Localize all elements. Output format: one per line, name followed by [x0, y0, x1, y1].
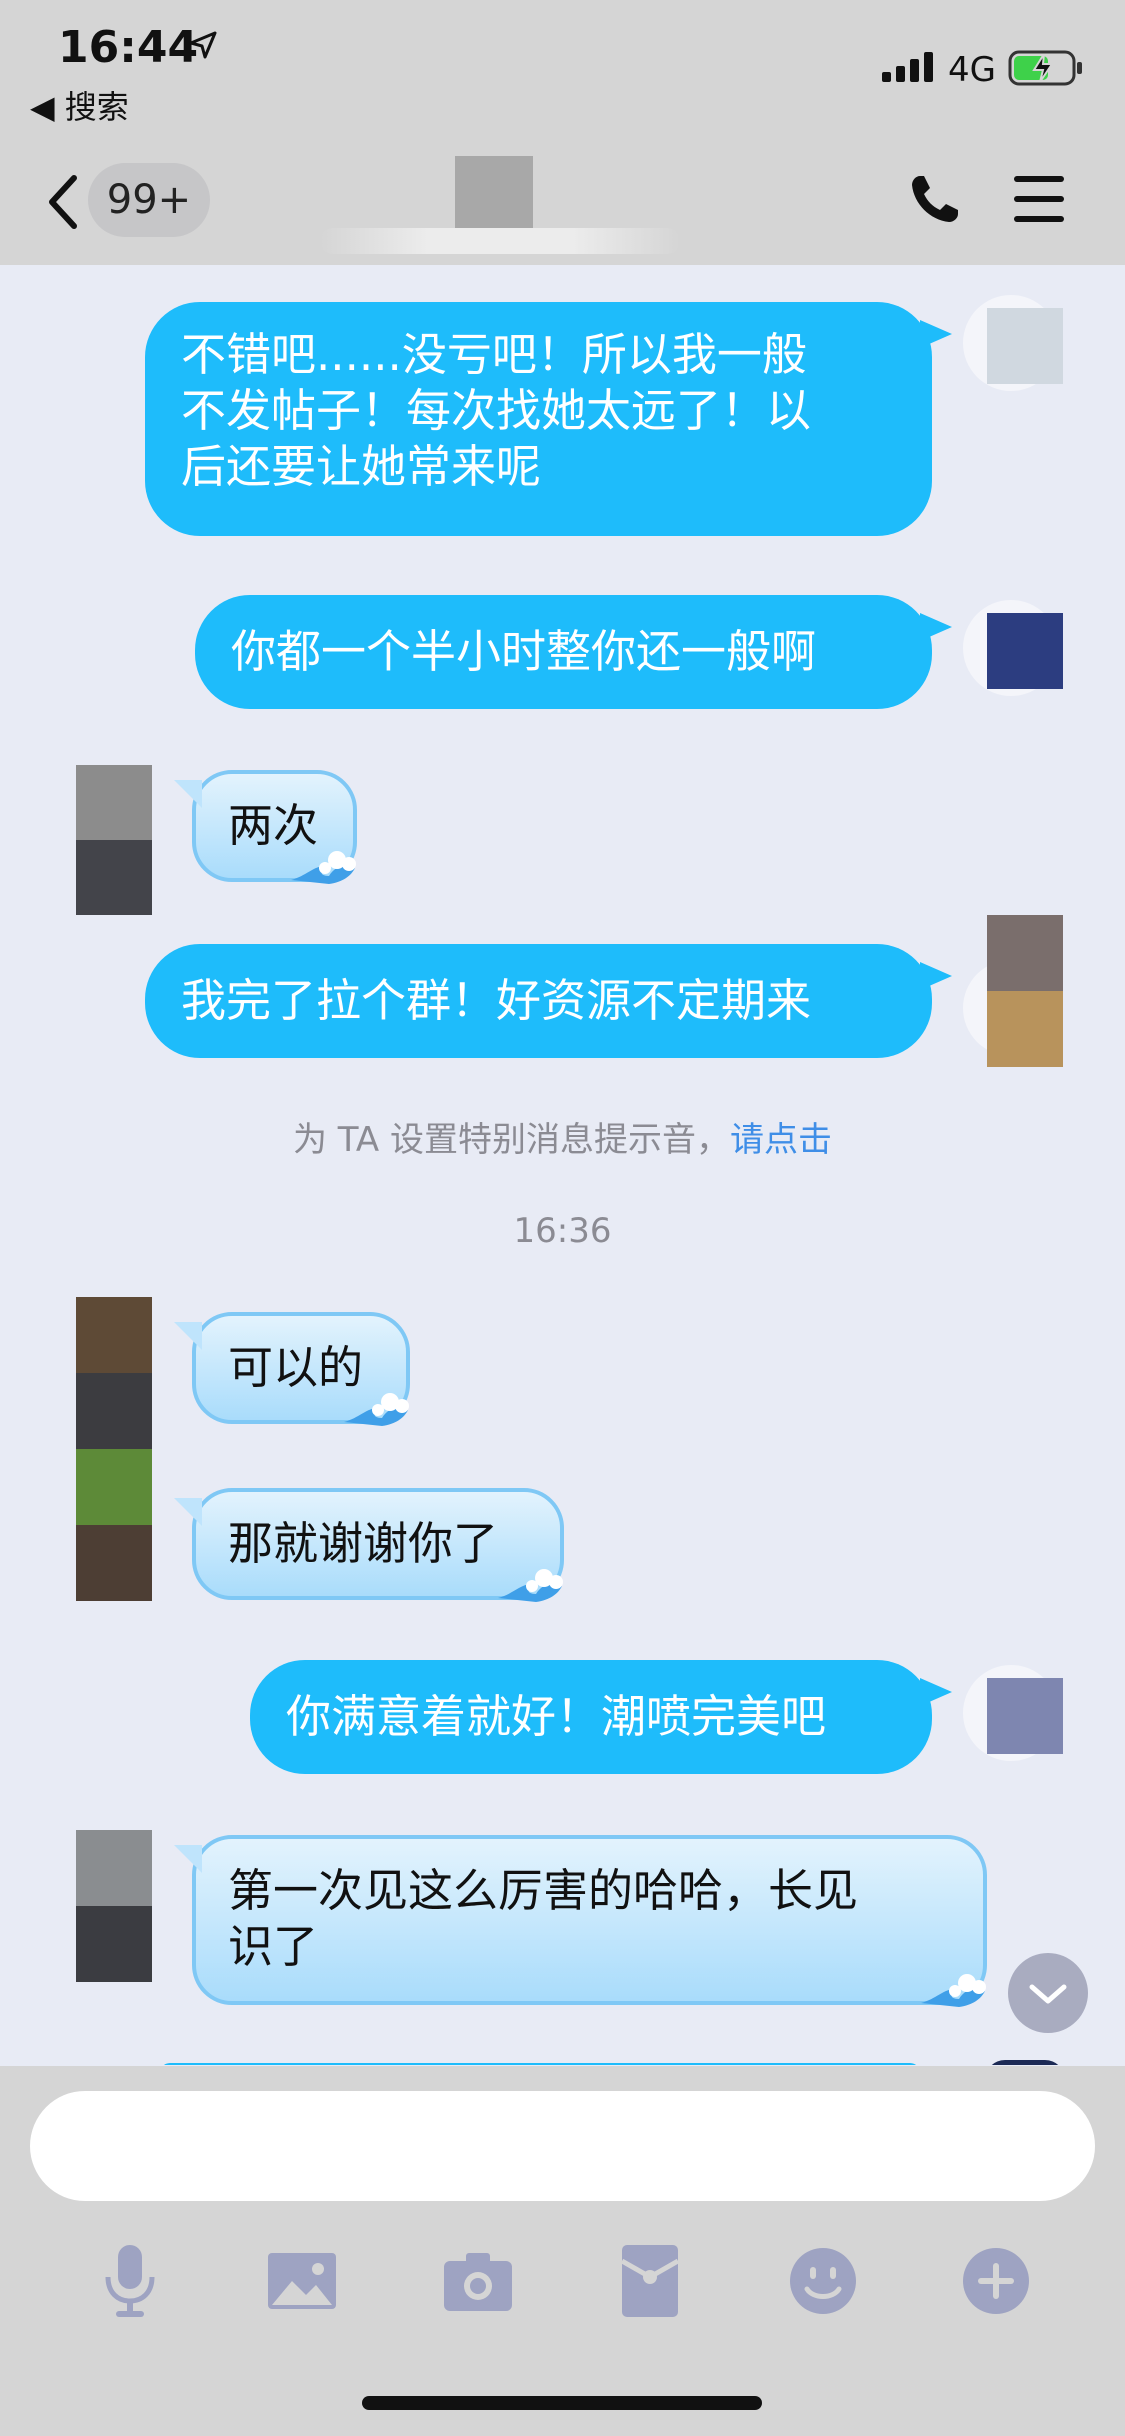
message-line: 第一次见这么厉害的哈哈，长见: [228, 1864, 859, 1917]
message-bubble-outgoing-partial: [160, 2063, 920, 2065]
message-bubble-incoming[interactable]: 那就谢谢你了: [174, 1488, 564, 1602]
wave-decoration-icon: [291, 851, 356, 884]
chat-header: 99+: [0, 150, 1125, 265]
plus-icon[interactable]: [946, 2231, 1046, 2331]
chevron-down-icon: [1029, 1984, 1067, 2004]
message-bubble-incoming[interactable]: 第一次见这么厉害的哈哈，长见 识了: [174, 1835, 987, 2007]
message-line: 那就谢谢你了: [228, 1517, 499, 1570]
message-bubble-outgoing[interactable]: 不错吧......没亏吧！所以我一般 不发帖子！每次找她太远了！以 后还要让她常…: [145, 302, 952, 536]
message-bubble-incoming[interactable]: 两次: [174, 770, 357, 884]
contact-avatar[interactable]: [455, 156, 533, 236]
unread-count-badge[interactable]: 99+: [88, 163, 210, 237]
message-line: 不发帖子！每次找她太远了！以: [181, 384, 812, 437]
input-area: [0, 2066, 1125, 2436]
microphone-icon[interactable]: [80, 2231, 180, 2331]
image-icon[interactable]: [252, 2231, 352, 2331]
phone-call-icon[interactable]: [906, 172, 962, 228]
my-avatar-partial: [985, 2060, 1065, 2065]
contact-avatar[interactable]: [76, 1297, 152, 1601]
contact-name-redacted: [320, 228, 680, 254]
my-avatar[interactable]: [987, 1678, 1063, 1754]
message-line: 后还要让她常来呢: [181, 440, 542, 493]
message-timestamp: 16:36: [513, 1211, 612, 1251]
wave-decoration-icon: [344, 1393, 409, 1426]
system-notice: 为 TA 设置特别消息提示音，请点击: [0, 1112, 1125, 1161]
back-to-app-link[interactable]: ◀ 搜索: [30, 82, 129, 128]
status-bar: 16:44 ◀ 搜索 4G: [0, 0, 1125, 150]
message-line: 不错吧......没亏吧！所以我一般: [181, 328, 807, 381]
scroll-to-bottom-button[interactable]: [1008, 1953, 1088, 2033]
message-bubble-outgoing[interactable]: 你满意着就好！潮喷完美吧: [250, 1660, 952, 1774]
message-bubble-incoming[interactable]: 可以的: [174, 1312, 410, 1426]
message-bubble-outgoing[interactable]: 我完了拉个群！好资源不定期来: [145, 944, 952, 1058]
battery-charging-icon: [1008, 50, 1082, 86]
message-line: 你都一个半小时整你还一般啊: [231, 625, 817, 678]
my-avatar[interactable]: [987, 915, 1063, 1067]
message-line: 识了: [228, 1920, 319, 1973]
home-indicator: [362, 2396, 762, 2410]
message-line: 你满意着就好！潮喷完美吧: [286, 1690, 827, 1743]
red-packet-icon[interactable]: [600, 2231, 700, 2331]
chat-message-list[interactable]: 不错吧......没亏吧！所以我一般 不发帖子！每次找她太远了！以 后还要让她常…: [0, 265, 1125, 2065]
message-line: 我完了拉个群！好资源不定期来: [181, 974, 812, 1027]
location-arrow-icon: [189, 31, 217, 59]
wave-decoration-icon: [921, 1974, 986, 2007]
status-time: 16:44: [58, 22, 199, 73]
message-bubble-outgoing[interactable]: 你都一个半小时整你还一般啊: [195, 595, 952, 709]
network-type: 4G: [948, 50, 996, 90]
contact-avatar[interactable]: [76, 1830, 152, 1982]
my-avatar[interactable]: [987, 308, 1063, 384]
wave-decoration-icon: [498, 1569, 563, 1602]
signal-strength-icon: [882, 52, 933, 82]
emoji-icon[interactable]: [773, 2231, 873, 2331]
message-input[interactable]: [30, 2091, 1095, 2201]
back-arrow-icon[interactable]: [46, 174, 80, 230]
camera-icon[interactable]: [428, 2231, 528, 2331]
set-ringtone-link[interactable]: 请点击: [730, 1120, 832, 1160]
menu-icon[interactable]: [1012, 174, 1066, 224]
contact-avatar[interactable]: [76, 765, 152, 915]
my-avatar[interactable]: [987, 613, 1063, 689]
system-notice-text: 为 TA 设置特别消息提示音，: [292, 1120, 730, 1160]
